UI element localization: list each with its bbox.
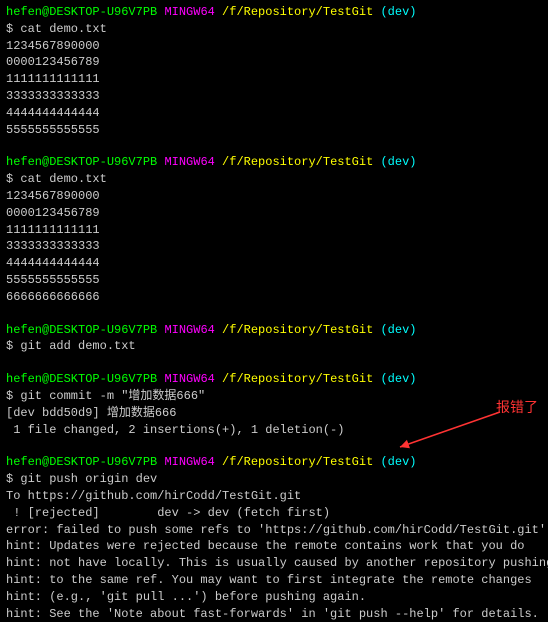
user-host: hefen@DESKTOP-U96V7PB	[6, 5, 164, 19]
output-line: 0000123456789	[6, 54, 542, 71]
output-line: [dev bdd50d9] 增加数据666	[6, 405, 542, 422]
user-host: hefen@DESKTOP-U96V7PB	[6, 323, 164, 337]
output-line: error: failed to push some refs to 'http…	[6, 522, 542, 539]
output-line: 1 file changed, 2 insertions(+), 1 delet…	[6, 422, 542, 439]
command-line: $ git push origin dev	[6, 471, 542, 488]
command-line: $ cat demo.txt	[6, 171, 542, 188]
branch: (dev)	[380, 155, 416, 169]
path: /f/Repository/TestGit	[222, 155, 380, 169]
prompt-line: hefen@DESKTOP-U96V7PB MINGW64 /f/Reposit…	[6, 4, 542, 21]
path: /f/Repository/TestGit	[222, 455, 380, 469]
output-line: To https://github.com/hirCodd/TestGit.gi…	[6, 488, 542, 505]
output-line: 1234567890000	[6, 188, 542, 205]
output-line: 5555555555555	[6, 122, 542, 139]
path: /f/Repository/TestGit	[222, 5, 380, 19]
output-line: 1111111111111	[6, 222, 542, 239]
output-line: ! [rejected] dev -> dev (fetch first)	[6, 505, 542, 522]
branch: (dev)	[380, 455, 416, 469]
output-line: 3333333333333	[6, 88, 542, 105]
mingw-label: MINGW64	[164, 455, 222, 469]
command-line: $ git commit -m "增加数据666"	[6, 388, 542, 405]
blank-line	[6, 306, 542, 322]
mingw-label: MINGW64	[164, 155, 222, 169]
output-line: hint: (e.g., 'git pull ...') before push…	[6, 589, 542, 606]
user-host: hefen@DESKTOP-U96V7PB	[6, 455, 164, 469]
prompt-line: hefen@DESKTOP-U96V7PB MINGW64 /f/Reposit…	[6, 322, 542, 339]
output-line: 4444444444444	[6, 105, 542, 122]
prompt-line: hefen@DESKTOP-U96V7PB MINGW64 /f/Reposit…	[6, 154, 542, 171]
output-line: 3333333333333	[6, 238, 542, 255]
user-host: hefen@DESKTOP-U96V7PB	[6, 372, 164, 386]
output-line: hint: Updates were rejected because the …	[6, 538, 542, 555]
path: /f/Repository/TestGit	[222, 372, 380, 386]
blank-line	[6, 138, 542, 154]
path: /f/Repository/TestGit	[222, 323, 380, 337]
output-line: hint: not have locally. This is usually …	[6, 555, 542, 572]
output-line: 0000123456789	[6, 205, 542, 222]
command-line: $ git add demo.txt	[6, 338, 542, 355]
branch: (dev)	[380, 323, 416, 337]
terminal-output[interactable]: hefen@DESKTOP-U96V7PB MINGW64 /f/Reposit…	[6, 4, 542, 622]
output-line: hint: See the 'Note about fast-forwards'…	[6, 606, 542, 622]
output-line: 1111111111111	[6, 71, 542, 88]
mingw-label: MINGW64	[164, 5, 222, 19]
branch: (dev)	[380, 5, 416, 19]
output-line: 4444444444444	[6, 255, 542, 272]
output-line: 6666666666666	[6, 289, 542, 306]
blank-line	[6, 438, 542, 454]
mingw-label: MINGW64	[164, 372, 222, 386]
output-line: 5555555555555	[6, 272, 542, 289]
output-line: 1234567890000	[6, 38, 542, 55]
command-line: $ cat demo.txt	[6, 21, 542, 38]
output-line: hint: to the same ref. You may want to f…	[6, 572, 542, 589]
branch: (dev)	[380, 372, 416, 386]
user-host: hefen@DESKTOP-U96V7PB	[6, 155, 164, 169]
prompt-line: hefen@DESKTOP-U96V7PB MINGW64 /f/Reposit…	[6, 371, 542, 388]
prompt-line: hefen@DESKTOP-U96V7PB MINGW64 /f/Reposit…	[6, 454, 542, 471]
blank-line	[6, 355, 542, 371]
error-annotation: 报错了	[496, 398, 538, 418]
mingw-label: MINGW64	[164, 323, 222, 337]
